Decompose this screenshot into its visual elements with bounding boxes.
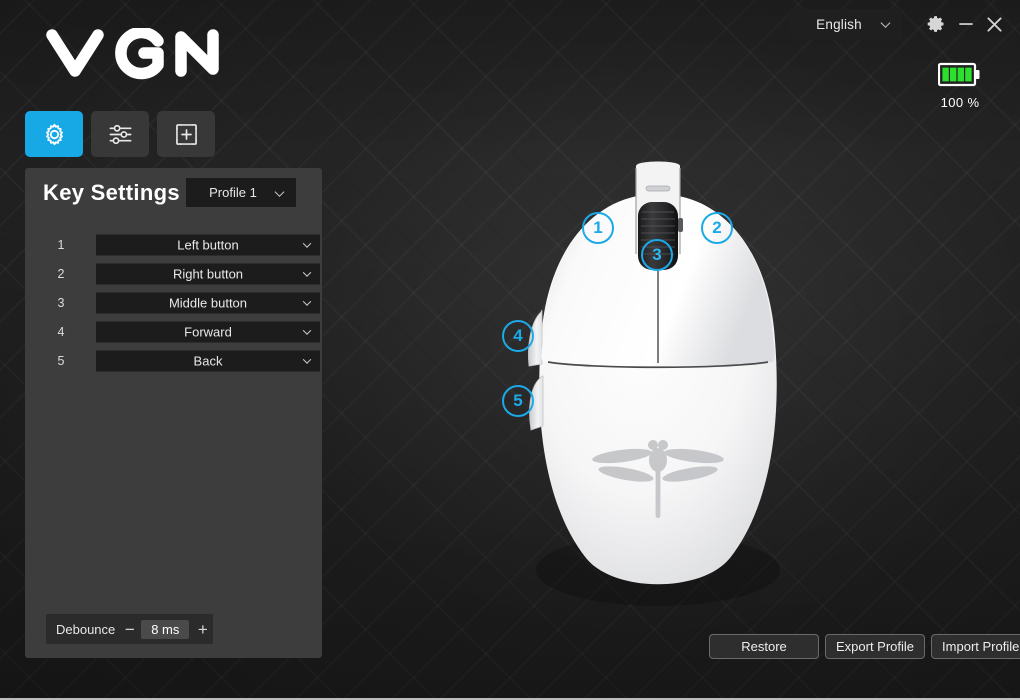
sliders-icon [109,124,131,144]
nav-tabs [25,111,215,157]
key-binding-dropdown-4[interactable]: Forward [96,321,320,342]
mouse-wheel-hub [678,218,683,232]
key-binding-dropdown-1[interactable]: Left button [96,234,320,255]
panel-header: Key Settings Profile 1 [25,168,322,220]
export-profile-button-label: Export Profile [836,639,915,654]
key-binding-value: Forward [184,324,232,339]
tab-key-settings[interactable] [25,111,83,157]
mouse-wheel-slot [645,185,671,192]
callout-4: 4 [502,320,534,352]
key-binding-value: Left button [177,237,239,252]
minimize-icon [959,23,973,25]
mouse-illustration [430,150,900,620]
key-index: 4 [57,324,65,339]
chevron-down-icon [880,18,891,28]
key-row: 5 Back [25,346,322,375]
settings-button[interactable] [922,10,950,38]
tab-add-profile[interactable] [157,111,215,157]
callout-3: 3 [641,239,673,271]
key-row: 1 Left button [25,230,322,259]
callout-2: 2 [701,212,733,244]
callout-1: 1 [582,212,614,244]
key-binding-dropdown-5[interactable]: Back [96,350,320,371]
action-buttons: Restore Export Profile Import Profile [709,634,1020,659]
debounce-control: Debounce − 8 ms + [46,614,213,644]
import-profile-button-label: Import Profile [942,639,1020,654]
title-bar: English [0,0,1020,46]
chevron-down-icon [302,297,312,306]
debounce-increase-button[interactable]: + [194,618,211,640]
export-profile-button[interactable]: Export Profile [825,634,926,659]
battery-indicator: 100 % [937,62,982,110]
restore-button[interactable]: Restore [709,634,819,659]
key-index: 3 [57,295,65,310]
key-binding-value: Right button [172,266,244,281]
minimize-button[interactable] [952,10,980,38]
plus-square-icon [175,123,197,145]
debounce-value[interactable]: 8 ms [141,619,190,639]
language-selector[interactable]: English [790,9,902,39]
chevron-down-icon [302,239,312,248]
key-binding-dropdown-3[interactable]: Middle button [96,292,320,313]
chevron-down-icon [302,268,312,277]
chevron-down-icon [274,186,285,197]
tab-performance[interactable] [91,111,149,157]
mouse-graphic [528,161,780,606]
key-binding-value: Middle button [168,295,248,310]
key-row: 3 Middle button [25,288,322,317]
import-profile-button[interactable]: Import Profile [931,634,1020,659]
key-index: 2 [57,266,65,281]
callout-5: 5 [502,385,534,417]
page-title: Key Settings [43,180,180,205]
key-row: 2 Right button [25,259,322,288]
gear-icon [927,16,944,32]
key-binding-value: Back [193,353,223,368]
key-binding-list: 1 Left button 2 Right button 3 Middle bu… [25,230,322,375]
debounce-label: Debounce [56,621,116,637]
profile-label: Profile 1 [209,185,257,200]
key-row: 4 Forward [25,317,322,346]
restore-button-label: Restore [741,639,787,654]
chevron-down-icon [302,355,312,364]
key-index: 5 [57,353,65,368]
key-settings-panel: Key Settings Profile 1 1 Left button 2 R… [25,168,322,658]
key-index: 1 [57,237,65,252]
close-button[interactable] [980,10,1008,38]
language-label: English [816,16,862,32]
battery-percent-label: 100 % [940,95,980,110]
close-icon [986,16,1002,32]
key-binding-dropdown-2[interactable]: Right button [96,263,320,284]
debounce-decrease-button[interactable]: − [121,618,138,640]
gear-icon [45,123,63,145]
chevron-down-icon [302,326,312,335]
battery-icon [937,62,980,87]
application-window: English 100 % 1 2 3 4 5 Key Settings Pro… [0,0,1020,700]
profile-selector[interactable]: Profile 1 [186,178,296,207]
